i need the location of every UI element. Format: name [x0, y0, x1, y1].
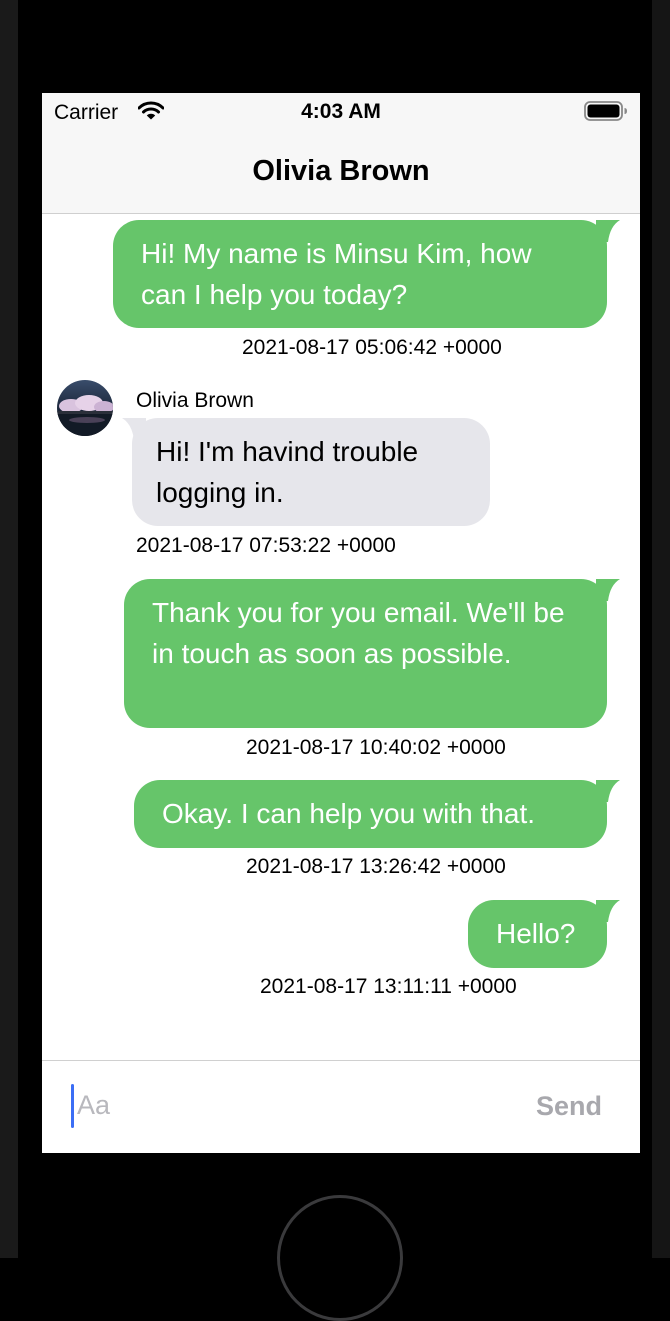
status-time: 4:03 AM: [301, 100, 381, 123]
bubble-tail: [596, 220, 620, 242]
message-text: Hello?: [496, 918, 576, 949]
outgoing-message-bubble[interactable]: Hi! My name is Minsu Kim, how can I help…: [113, 220, 607, 328]
text-cursor: [71, 1084, 74, 1128]
message-input[interactable]: [75, 1079, 479, 1131]
battery-icon: [584, 101, 627, 121]
message-text: Okay. I can help you with that.: [162, 798, 536, 829]
device-bezel-right: [652, 0, 670, 1258]
message-input-bar: Send: [42, 1060, 640, 1153]
bubble-tail: [596, 780, 620, 802]
message-timestamp: 2021-08-17 13:11:11 +0000: [260, 975, 517, 998]
send-button[interactable]: Send: [536, 1091, 602, 1122]
status-bar: Carrier 4:03 AM: [42, 93, 640, 133]
message-text: Thank you for you email. We'll be in tou…: [152, 597, 565, 669]
message-timestamp: 2021-08-17 10:40:02 +0000: [246, 736, 506, 759]
navigation-bar: Olivia Brown: [42, 133, 640, 214]
bubble-tail: [122, 418, 146, 440]
message-text: Hi! My name is Minsu Kim, how can I help…: [141, 238, 532, 310]
message-timestamp: 2021-08-17 07:53:22 +0000: [136, 534, 396, 557]
message-timestamp: 2021-08-17 13:26:42 +0000: [246, 855, 506, 878]
avatar[interactable]: [57, 380, 113, 436]
outgoing-message-bubble[interactable]: Okay. I can help you with that.: [134, 780, 607, 848]
message-text: Hi! I'm havind trouble logging in.: [156, 436, 419, 508]
home-button[interactable]: [277, 1195, 403, 1321]
outgoing-message-bubble[interactable]: Hello?: [468, 900, 607, 968]
message-timestamp: 2021-08-17 05:06:42 +0000: [242, 336, 502, 359]
conversation-title: Olivia Brown: [252, 155, 430, 187]
outgoing-message-bubble[interactable]: Thank you for you email. We'll be in tou…: [124, 579, 607, 728]
bubble-tail: [596, 579, 620, 601]
device-bezel-left: [0, 0, 18, 1258]
bubble-tail: [596, 900, 620, 922]
incoming-message-bubble[interactable]: Hi! I'm havind trouble logging in.: [132, 418, 490, 526]
sender-name: Olivia Brown: [136, 389, 254, 412]
phone-screen: Carrier 4:03 AM Olivia Brown Hi! My name…: [42, 93, 640, 1153]
